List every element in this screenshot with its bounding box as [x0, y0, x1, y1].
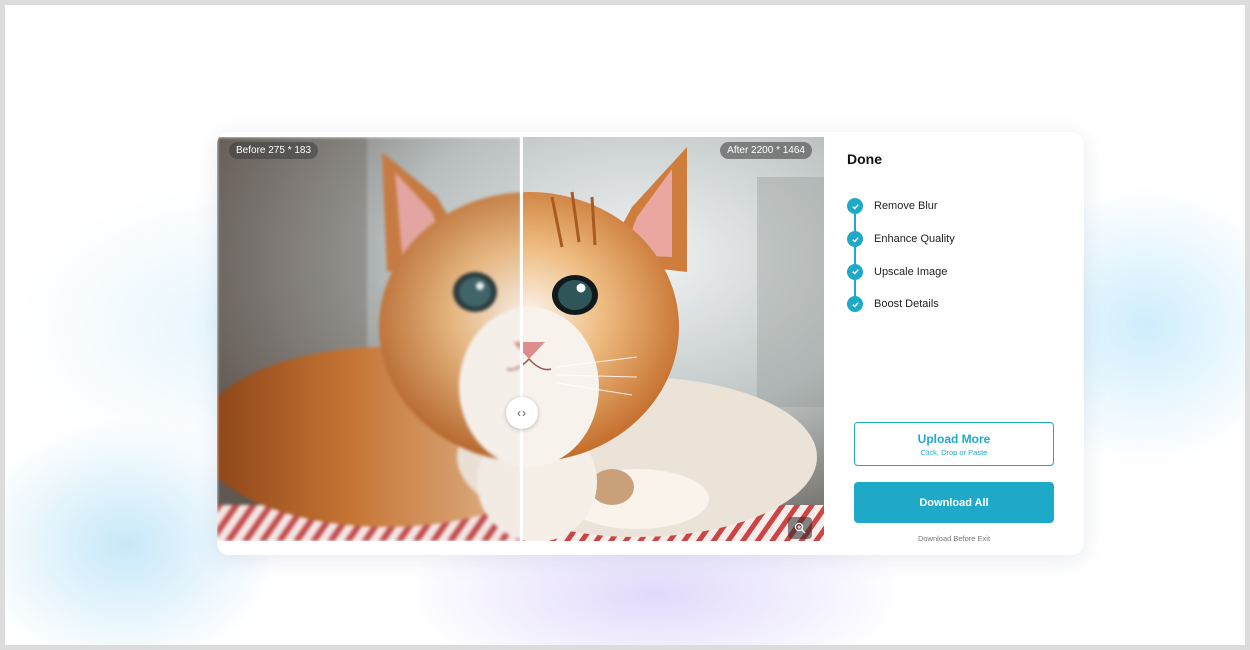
status-title: Done: [847, 151, 882, 167]
processing-panel: Done Remove Blur Enhance Quality Upscale…: [824, 132, 1084, 555]
step-list: Remove Blur Enhance Quality Upscale Imag…: [847, 190, 955, 321]
compare-divider[interactable]: [520, 137, 523, 541]
upload-more-sublabel: Click, Drop or Paste: [920, 448, 988, 457]
download-all-button[interactable]: Download All: [854, 482, 1054, 523]
step-connector: [854, 279, 856, 298]
upload-more-button[interactable]: Upload More Click, Drop or Paste: [854, 422, 1054, 466]
download-note: Download Before Exit: [917, 534, 991, 543]
check-icon: [847, 263, 863, 280]
step-label: Boost Details: [874, 298, 939, 311]
before-after-comparison[interactable]: ‹› Before 275 * 183 After 2200 * 1464: [217, 137, 824, 541]
check-icon: [847, 231, 863, 248]
before-image: [217, 137, 521, 541]
step-connector: [854, 214, 856, 232]
check-icon: [847, 296, 863, 313]
step-item: Upscale Image: [847, 255, 955, 298]
kitten-image-enhanced: [521, 137, 824, 541]
page-background: ‹› Before 275 * 183 After 2200 * 1464 Do…: [5, 5, 1245, 645]
step-connector: [854, 246, 856, 265]
step-item: Remove Blur: [847, 190, 955, 232]
step-item: Boost Details: [847, 288, 955, 321]
compare-handle-icon[interactable]: ‹›: [506, 397, 538, 429]
step-item: Enhance Quality: [847, 223, 955, 265]
zoom-in-icon[interactable]: [788, 517, 812, 539]
after-size-label: After 2200 * 1464: [720, 142, 812, 159]
check-icon: [847, 198, 863, 215]
kitten-image: [217, 137, 521, 541]
after-image: [521, 137, 824, 541]
result-card: ‹› Before 275 * 183 After 2200 * 1464 Do…: [217, 132, 1084, 555]
step-label: Remove Blur: [874, 200, 938, 213]
before-size-label: Before 275 * 183: [229, 142, 319, 159]
upload-more-label: Upload More: [917, 432, 991, 446]
step-label: Upscale Image: [874, 265, 948, 278]
step-label: Enhance Quality: [874, 233, 955, 246]
